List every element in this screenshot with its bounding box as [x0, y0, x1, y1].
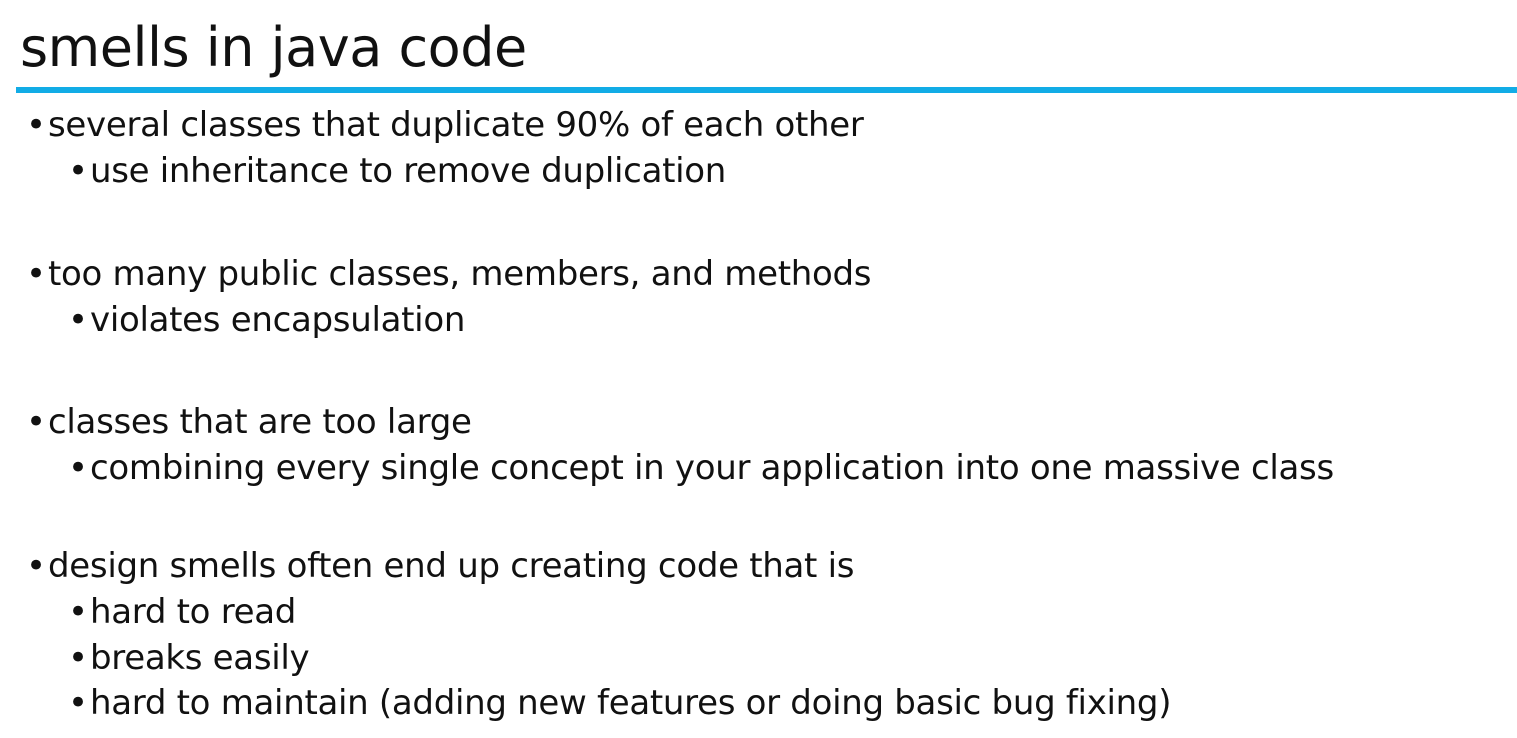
sub-bullet-item: •violates encapsulation — [68, 297, 465, 343]
sub-bullet-text: combining every single concept in your a… — [90, 448, 1334, 488]
bullet-dot-icon: • — [68, 683, 88, 723]
bullet-dot-icon: • — [68, 638, 88, 678]
bullet-dot-icon: • — [26, 546, 46, 586]
bullet-dot-icon: • — [68, 592, 88, 632]
bullet-text: design smells often end up creating code… — [48, 546, 855, 586]
sub-bullet-text: hard to read — [90, 592, 297, 632]
sub-bullet-text: hard to maintain (adding new features or… — [90, 683, 1172, 723]
sub-bullet-item: •hard to read — [68, 589, 296, 635]
bullet-dot-icon: • — [26, 105, 46, 145]
bullet-item: •design smells often end up creating cod… — [26, 543, 854, 589]
sub-bullet-text: violates encapsulation — [90, 300, 466, 340]
bullet-item: •classes that are too large — [26, 399, 472, 445]
sub-bullet-item: •combining every single concept in your … — [68, 445, 1334, 491]
bullet-dot-icon: • — [26, 402, 46, 442]
sub-bullet-item: •breaks easily — [68, 635, 310, 681]
bullet-dot-icon: • — [68, 151, 88, 191]
slide: smells in java code •several classes tha… — [0, 0, 1517, 738]
bullet-text: too many public classes, members, and me… — [48, 254, 872, 294]
bullet-item: •too many public classes, members, and m… — [26, 251, 871, 297]
bullet-dot-icon: • — [68, 448, 88, 488]
bullet-text: several classes that duplicate 90% of ea… — [48, 105, 864, 145]
sub-bullet-text: use inheritance to remove duplication — [90, 151, 727, 191]
bullet-item: •several classes that duplicate 90% of e… — [26, 102, 864, 148]
sub-bullet-text: breaks easily — [90, 638, 310, 678]
bullet-dot-icon: • — [26, 254, 46, 294]
bullet-dot-icon: • — [68, 300, 88, 340]
slide-title: smells in java code — [20, 16, 527, 79]
sub-bullet-item: •use inheritance to remove duplication — [68, 148, 726, 194]
title-underline — [16, 87, 1517, 93]
bullet-text: classes that are too large — [48, 402, 472, 442]
sub-bullet-item: •hard to maintain (adding new features o… — [68, 680, 1171, 726]
